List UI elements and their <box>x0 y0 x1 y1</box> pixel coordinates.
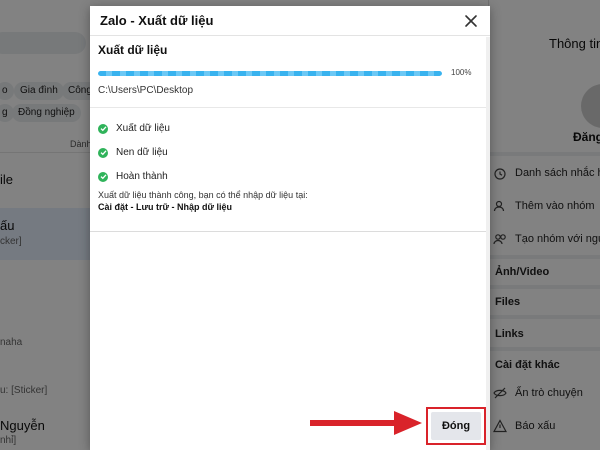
step-export: Xuất dữ liệu <box>98 123 170 134</box>
scrollbar[interactable] <box>486 37 490 450</box>
divider <box>90 231 486 232</box>
check-circle-icon <box>98 147 108 158</box>
progress-percent: 100% <box>451 68 472 77</box>
check-circle-icon <box>98 171 108 182</box>
close-icon[interactable] <box>462 12 480 30</box>
export-data-dialog: Zalo - Xuất dữ liệu Xuất dữ liệu 100% C:… <box>90 6 490 450</box>
divider <box>90 107 486 108</box>
step-compress: Nen dữ liệu <box>98 147 168 158</box>
dialog-body: Xuất dữ liệu 100% C:\Users\PC\Desktop Xu… <box>90 37 486 232</box>
check-circle-icon <box>98 123 108 134</box>
step-label: Nen dữ liệu <box>116 147 168 158</box>
import-location: Cài đặt - Lưu trữ - Nhập dữ liệu <box>98 202 233 212</box>
progress-fill <box>98 71 442 76</box>
result-message: Xuất dữ liệu thành công, bạn có thể nhập… <box>98 190 308 200</box>
close-button[interactable]: Đóng <box>431 412 481 440</box>
step-label: Xuất dữ liệu <box>116 123 170 134</box>
progress-bar <box>98 71 442 76</box>
export-path: C:\Users\PC\Desktop <box>98 85 194 96</box>
step-label: Hoàn thành <box>116 171 168 182</box>
annotation-arrow <box>310 411 422 435</box>
highlight-box: Đóng <box>426 407 486 445</box>
step-complete: Hoàn thành <box>98 171 168 182</box>
section-title: Xuất dữ liệu <box>98 43 168 57</box>
dialog-title: Zalo - Xuất dữ liệu <box>100 13 214 28</box>
dialog-header: Zalo - Xuất dữ liệu <box>90 6 490 36</box>
